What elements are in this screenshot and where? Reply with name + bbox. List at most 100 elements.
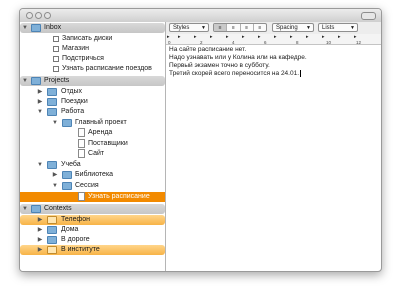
outline-item[interactable]: Сайт [20, 149, 165, 159]
outline-item-label: В дороге [61, 236, 90, 243]
main-window: ▼ Inbox Записать диски Магазин Подстричь… [19, 8, 382, 272]
expand-triangle-icon[interactable]: ▶ [36, 235, 44, 245]
expand-triangle-icon[interactable]: ▶ [36, 87, 44, 97]
outline-item[interactable]: ▼ Главный проект [20, 118, 165, 128]
outline-item[interactable]: ▼ Учеба [20, 160, 165, 170]
align-center-icon[interactable]: ≡ [227, 24, 241, 31]
outline-item-label: Поставщики [88, 140, 128, 147]
document-icon [78, 139, 85, 148]
tab-stop-icon[interactable]: ▸ [338, 34, 341, 40]
section-projects[interactable]: ▼ Projects [20, 76, 165, 86]
outline-item-label: Библиотека [75, 171, 114, 178]
disclosure-triangle-icon[interactable]: ▼ [36, 107, 44, 117]
disclosure-triangle-icon[interactable]: ▼ [51, 181, 59, 191]
note-line: На сайте расписание нет. [169, 46, 247, 53]
tab-stop-icon[interactable]: ▸ [210, 34, 213, 40]
styles-popup-label: Styles [173, 25, 190, 31]
tab-stop-icon[interactable]: ▸ [178, 34, 181, 40]
outline-item[interactable]: Подстричься [20, 54, 165, 64]
folder-icon [47, 226, 57, 234]
checkbox[interactable] [53, 36, 59, 42]
outline-item-label: Сессия [75, 182, 99, 189]
folder-icon [47, 88, 57, 96]
ruler-tick-label: 4 [232, 40, 235, 45]
expand-triangle-icon[interactable]: ▶ [51, 170, 59, 180]
checkbox[interactable] [53, 46, 59, 52]
outline-item-selected[interactable]: Узнать расписание [20, 192, 165, 202]
tab-stop-icon[interactable]: ▸ [226, 34, 229, 40]
spacing-popup[interactable]: Spacing ▼ [272, 23, 314, 32]
tab-stop-icon[interactable]: ▸ [306, 34, 309, 40]
folder-icon [62, 171, 72, 179]
disclosure-triangle-icon[interactable]: ▼ [36, 160, 44, 170]
tab-stop-icon[interactable]: ▸ [322, 34, 325, 40]
section-label: Projects [44, 77, 70, 84]
note-text-area[interactable]: На сайте расписание нет. Надо узнавать и… [169, 46, 377, 78]
outline-item[interactable]: ▼ Сессия [20, 181, 165, 191]
context-item[interactable]: ▶ Дома [20, 225, 165, 235]
disclosure-triangle-icon[interactable]: ▼ [21, 23, 29, 33]
expand-triangle-icon[interactable]: ▶ [36, 215, 44, 225]
align-justify-icon[interactable]: ≡ [241, 24, 254, 31]
tab-stop-icon[interactable]: ▸ [258, 34, 261, 40]
ruler-tick-label: 6 [264, 40, 267, 45]
popup-arrow-icon: ▼ [201, 25, 206, 31]
context-item[interactable]: ▶ В дороге [20, 235, 165, 245]
context-item-highlighted[interactable]: ▶ Телефон [20, 215, 165, 225]
tab-stop-icon[interactable]: ▸ [194, 34, 197, 40]
folder-icon [47, 98, 57, 106]
checkbox[interactable] [53, 56, 59, 62]
outline-item[interactable]: ▶ Отдых [20, 87, 165, 97]
lists-popup-label: Lists [322, 25, 335, 31]
tab-stop-icon[interactable]: ▸ [290, 34, 293, 40]
close-window-button[interactable] [26, 12, 33, 19]
tab-stop-icon[interactable]: ▸ [242, 34, 245, 40]
outline-item[interactable]: Аренда [20, 128, 165, 138]
expand-triangle-icon[interactable]: ▶ [36, 97, 44, 107]
outline-item[interactable]: Узнать расписание поездов [20, 64, 165, 74]
document-icon [78, 192, 85, 201]
outline-item[interactable]: Магазин [20, 44, 165, 54]
ruler-tick-label: 2 [200, 40, 203, 45]
outline-item[interactable]: Записать диски [20, 34, 165, 44]
folder-icon [47, 246, 57, 254]
outline-item[interactable]: Поставщики [20, 139, 165, 149]
folder-icon [47, 108, 57, 116]
note-line-last: Третий скорей всего переносится на 24.01… [169, 70, 377, 78]
disclosure-triangle-icon[interactable]: ▼ [21, 76, 29, 86]
disclosure-triangle-icon[interactable]: ▼ [21, 204, 29, 214]
folder-icon [62, 182, 72, 190]
tab-stop-icon[interactable]: ▸ [274, 34, 277, 40]
outline-item-label: Сайт [88, 150, 105, 157]
outline-item-label: Работа [61, 108, 85, 115]
outline-item[interactable]: ▶ Поездки [20, 97, 165, 107]
note-editor: Styles ▼ ≡ ≡ ≡ ≡ Spacing ▼ Lists ▼ ▸ ▸ ▸… [166, 22, 381, 271]
document-icon [78, 149, 85, 158]
outline-item-label: Подстричься [62, 55, 104, 62]
checkbox[interactable] [53, 66, 59, 72]
minimize-window-button[interactable] [35, 12, 42, 19]
outline-item-label: Узнать расписание поездов [62, 65, 152, 72]
folder-icon [31, 205, 41, 213]
align-right-icon[interactable]: ≡ [254, 24, 266, 31]
outline-item-label: Телефон [61, 216, 91, 223]
toolbar-toggle-button[interactable] [361, 12, 376, 20]
disclosure-triangle-icon[interactable]: ▼ [51, 118, 59, 128]
folder-icon [47, 216, 57, 224]
zoom-window-button[interactable] [44, 12, 51, 19]
popup-arrow-icon: ▼ [350, 25, 355, 31]
section-contexts[interactable]: ▼ Contexts [20, 204, 165, 214]
expand-triangle-icon[interactable]: ▶ [36, 245, 44, 255]
lists-popup[interactable]: Lists ▼ [318, 23, 358, 32]
ruler-tick-label: 10 [326, 40, 332, 45]
align-left-icon[interactable]: ≡ [214, 24, 228, 31]
section-inbox[interactable]: ▼ Inbox [20, 23, 165, 33]
context-item-highlighted[interactable]: ▶ В институте [20, 245, 165, 255]
outline-item[interactable]: ▶ Библиотека [20, 170, 165, 180]
expand-triangle-icon[interactable]: ▶ [36, 225, 44, 235]
outline-item-label: Учеба [61, 161, 81, 168]
outline-item[interactable]: ▼ Работа [20, 107, 165, 117]
styles-popup[interactable]: Styles ▼ [169, 23, 209, 32]
ruler[interactable]: ▸ ▸ ▸ ▸ ▸ ▸ ▸ ▸ ▸ ▸ ▸ ▸ ▸ 0 2 4 6 8 10 1… [166, 34, 381, 45]
folder-icon [31, 24, 41, 32]
